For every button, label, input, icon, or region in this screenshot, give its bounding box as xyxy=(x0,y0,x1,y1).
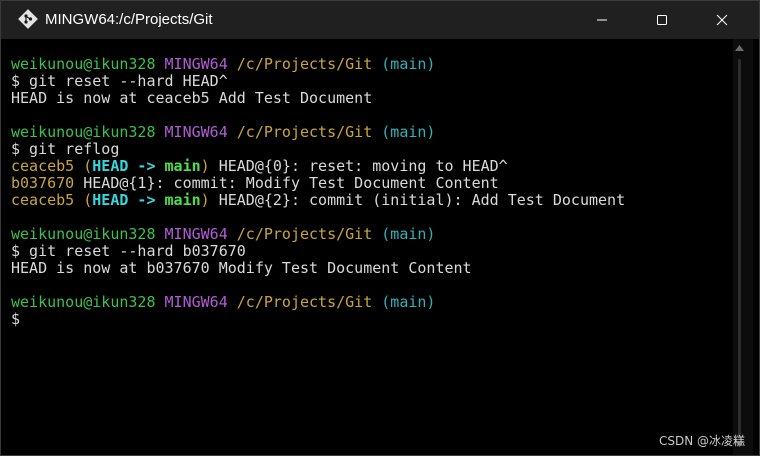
prompt-system: MINGW64 xyxy=(164,55,228,73)
prompt-branch: (main) xyxy=(381,55,436,73)
commit-hash: ceaceb5 xyxy=(11,157,75,175)
reflog-message: HEAD@{2}: commit (initial): Add Test Doc… xyxy=(209,191,626,209)
ref-arrow: -> xyxy=(128,191,165,209)
command-prompt[interactable]: $ xyxy=(11,311,20,328)
prompt-system: MINGW64 xyxy=(164,293,228,311)
terminal-window: MINGW64:/c/Projects/Git weikunou@ikun328… xyxy=(0,0,760,456)
ref-close-paren: ) xyxy=(200,157,210,175)
reflog-entry: b037670 HEAD@{1}: commit: Modify Test Do… xyxy=(11,175,499,192)
prompt-path: /c/Projects/Git xyxy=(236,55,373,73)
prompt-path: /c/Projects/Git xyxy=(236,225,373,243)
prompt-branch: (main) xyxy=(381,123,436,141)
vertical-scrollbar[interactable] xyxy=(733,39,753,455)
output-line: HEAD is now at b037670 Modify Test Docum… xyxy=(11,259,472,277)
ref-open-paren: ( xyxy=(83,157,93,175)
watermark: CSDN @冰凌糕 xyxy=(658,434,745,448)
prompt-branch: (main) xyxy=(381,293,436,311)
command-line: $ git reflog xyxy=(11,140,120,158)
commit-hash: ceaceb5 xyxy=(11,191,75,209)
maximize-button[interactable] xyxy=(639,1,685,39)
reflog-message: HEAD@{0}: reset: moving to HEAD^ xyxy=(209,157,508,175)
maximize-icon xyxy=(657,15,667,25)
reflog-message: HEAD@{1}: commit: Modify Test Document C… xyxy=(74,174,499,192)
commit-hash: b037670 xyxy=(11,174,75,192)
reflog-entry: ceaceb5 (HEAD -> main) HEAD@{2}: commit … xyxy=(11,192,625,209)
ref-arrow: -> xyxy=(128,157,165,175)
prompt-system: MINGW64 xyxy=(164,225,228,243)
terminal-output[interactable]: weikunou@ikun328 MINGW64 /c/Projects/Git… xyxy=(1,39,733,455)
prompt-line: weikunou@ikun328 MINGW64 /c/Projects/Git… xyxy=(11,56,435,73)
window-title: MINGW64:/c/Projects/Git xyxy=(45,11,213,28)
prompt-path: /c/Projects/Git xyxy=(236,293,373,311)
head-ref: HEAD xyxy=(92,157,129,175)
prompt-user: weikunou@ikun328 xyxy=(11,123,156,141)
output-line: HEAD is now at ceaceb5 Add Test Document xyxy=(11,89,373,107)
title-bar[interactable]: MINGW64:/c/Projects/Git xyxy=(1,1,759,39)
close-button[interactable] xyxy=(699,1,745,39)
command-line: $ git reset --hard b037670 xyxy=(11,242,246,260)
head-ref: HEAD xyxy=(92,191,129,209)
close-icon xyxy=(716,14,728,26)
minimize-button[interactable] xyxy=(579,1,625,39)
prompt-line: weikunou@ikun328 MINGW64 /c/Projects/Git… xyxy=(11,124,435,141)
prompt-user: weikunou@ikun328 xyxy=(11,55,156,73)
prompt-line: weikunou@ikun328 MINGW64 /c/Projects/Git… xyxy=(11,226,435,243)
ref-close-paren: ) xyxy=(200,191,210,209)
prompt-line: weikunou@ikun328 MINGW64 /c/Projects/Git… xyxy=(11,294,435,311)
reflog-entry: ceaceb5 (HEAD -> main) HEAD@{0}: reset: … xyxy=(11,158,508,175)
command-line: $ git reset --hard HEAD^ xyxy=(11,72,228,90)
prompt-branch: (main) xyxy=(381,225,436,243)
prompt-path: /c/Projects/Git xyxy=(236,123,373,141)
prompt-system: MINGW64 xyxy=(164,123,228,141)
scroll-up-icon[interactable] xyxy=(735,45,744,51)
branch-ref: main xyxy=(164,191,201,209)
prompt-user: weikunou@ikun328 xyxy=(11,225,156,243)
minimize-icon xyxy=(597,19,607,21)
prompt-user: weikunou@ikun328 xyxy=(11,293,156,311)
scrollbar-track[interactable] xyxy=(738,59,741,439)
ref-open-paren: ( xyxy=(83,191,93,209)
branch-ref: main xyxy=(164,157,201,175)
git-icon xyxy=(18,9,38,29)
